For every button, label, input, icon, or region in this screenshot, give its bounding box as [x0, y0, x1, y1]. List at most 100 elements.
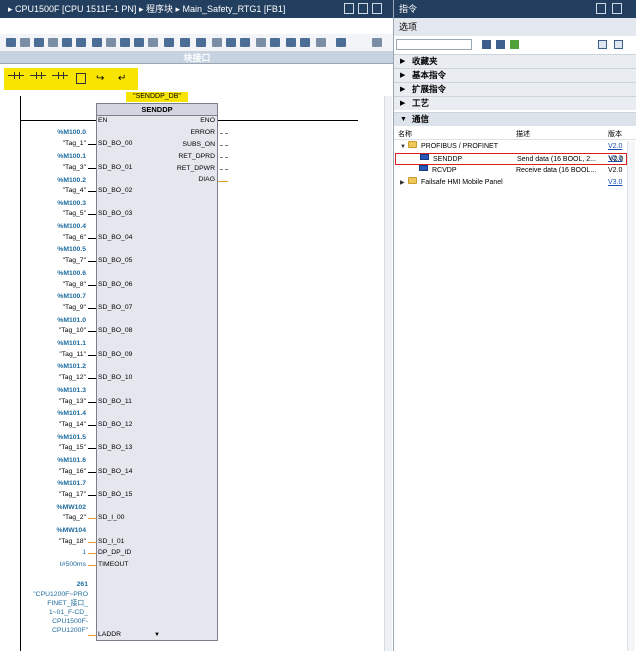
breadcrumb-cpu[interactable]: CPU1500F [CPU 1511F-1 PN]	[15, 4, 136, 14]
toolbar-icon[interactable]	[34, 38, 44, 47]
input-address[interactable]: %M100.4	[14, 223, 86, 231]
editor-scrollbar[interactable]	[384, 96, 392, 651]
input-tag[interactable]: "Tag_11"	[14, 351, 86, 359]
toolbar-icon[interactable]	[256, 38, 266, 47]
input-address[interactable]: %M100.3	[14, 200, 86, 208]
input-address[interactable]: %M100.7	[14, 293, 86, 301]
section-technology[interactable]: ▶ 工艺	[394, 96, 636, 110]
input-address[interactable]: %MW104	[14, 527, 86, 535]
tree-row-failsafe-hmi[interactable]: ▶ Failsafe HMI Mobile Panel V3.0	[394, 177, 636, 189]
instructions-scrollbar[interactable]	[627, 141, 635, 651]
breadcrumb-block[interactable]: Main_Safety_RTG1 [FB1]	[183, 4, 286, 14]
input-tag[interactable]: "Tag_14"	[14, 421, 86, 429]
input-tag[interactable]: "Tag_16"	[14, 468, 86, 476]
list-view-icon[interactable]	[598, 40, 607, 49]
detail-view-icon[interactable]	[614, 40, 623, 49]
open-branch-icon[interactable]: ↪	[96, 73, 104, 84]
input-address[interactable]: %M100.2	[14, 177, 86, 185]
section-extended-instructions[interactable]: ▶ 扩展指令	[394, 82, 636, 96]
column-version[interactable]: 版本	[608, 129, 622, 140]
input-tag[interactable]: "Tag_15"	[14, 444, 86, 452]
toolbar-icon[interactable]	[76, 38, 86, 47]
input-address[interactable]: %M101.4	[14, 410, 86, 418]
toolbar-icon[interactable]	[134, 38, 144, 47]
input-tag[interactable]: "Tag_3"	[14, 164, 86, 172]
input-tag[interactable]: "Tag_6"	[14, 234, 86, 242]
column-name[interactable]: 名称	[398, 129, 412, 140]
tree-row-senddp[interactable]: SENDDP Send data (16 BOOL, 2... V2.0	[395, 153, 627, 165]
find-icon[interactable]	[482, 40, 491, 49]
input-tag[interactable]: "Tag_18"	[14, 538, 86, 546]
laddr-number[interactable]: 261	[14, 581, 88, 588]
minimize-icon[interactable]	[344, 3, 354, 14]
no-contact-icon[interactable]	[8, 72, 24, 83]
restore-icon[interactable]	[358, 3, 368, 14]
toolbar-icon[interactable]	[120, 38, 130, 47]
version-link[interactable]: V3.0	[608, 177, 622, 189]
input-address[interactable]: %M100.1	[14, 153, 86, 161]
input-tag[interactable]: "Tag_1"	[14, 140, 86, 148]
input-address[interactable]: %M100.5	[14, 246, 86, 254]
pin-icon[interactable]	[612, 3, 622, 14]
section-basic-instructions[interactable]: ▶ 基本指令	[394, 68, 636, 82]
toolbar-icon[interactable]	[6, 38, 16, 47]
toolbar-icon[interactable]	[180, 38, 190, 47]
restore-icon[interactable]	[596, 3, 606, 14]
breadcrumb-program-blocks[interactable]: 程序块	[146, 4, 173, 14]
toolbar-icon[interactable]	[20, 38, 30, 47]
output-wire[interactable]	[218, 181, 228, 182]
section-favorites[interactable]: ▶ 收藏夹	[394, 54, 636, 68]
expand-chevron-icon[interactable]: ▼	[154, 632, 160, 638]
input-tag[interactable]: "Tag_4"	[14, 187, 86, 195]
expand-arrow-icon[interactable]: ▶	[400, 177, 405, 189]
empty-box-icon[interactable]	[76, 73, 86, 84]
input-address[interactable]: %M101.6	[14, 457, 86, 465]
input-tag[interactable]: "Tag_12"	[14, 374, 86, 382]
input-tag[interactable]: "Tag_5"	[14, 210, 86, 218]
toolbar-icon[interactable]	[62, 38, 72, 47]
toolbar-icon[interactable]	[212, 38, 222, 47]
toolbar-icon[interactable]	[240, 38, 250, 47]
tree-row-rcvdp[interactable]: RCVDP Receive data (16 BOOL... V2.0	[394, 165, 636, 177]
input-tag[interactable]: "Tag_10"	[14, 327, 86, 335]
input-tag[interactable]: "Tag_7"	[14, 257, 86, 265]
collapse-arrow-icon[interactable]: ▼	[400, 141, 406, 153]
input-address[interactable]: %M100.6	[14, 270, 86, 278]
toolbar-icon[interactable]	[270, 38, 280, 47]
toolbar-icon[interactable]	[372, 38, 382, 47]
input-address[interactable]: %M101.0	[14, 317, 86, 325]
toolbar-icon[interactable]	[164, 38, 174, 47]
input-tag[interactable]: "Tag_9"	[14, 304, 86, 312]
dp-dp-id-value[interactable]: 1	[14, 549, 86, 557]
input-address[interactable]: %MW102	[14, 504, 86, 512]
find-next-icon[interactable]	[496, 40, 505, 49]
block-interface-splitter[interactable]: 块接口	[0, 52, 393, 64]
laddr-symbol[interactable]: "CPU1200F~PRO FINET_接口_ 1~01_F-CD_ CPU15…	[14, 590, 88, 635]
instance-db-name[interactable]: "SENDDP_DB"	[126, 92, 188, 102]
toolbar-icon[interactable]	[316, 38, 326, 47]
toolbar-icon[interactable]	[92, 38, 102, 47]
toolbar-icon[interactable]	[226, 38, 236, 47]
instruction-search-input[interactable]	[396, 39, 472, 50]
input-address[interactable]: %M101.5	[14, 434, 86, 442]
coil-icon[interactable]	[52, 72, 68, 83]
tree-row-profibus-profinet[interactable]: ▼ PROFIBUS / PROFINET	[394, 141, 636, 153]
close-icon[interactable]	[372, 3, 382, 14]
input-address[interactable]: %M101.2	[14, 363, 86, 371]
toolbar-icon[interactable]	[300, 38, 310, 47]
input-address[interactable]: %M101.3	[14, 387, 86, 395]
input-tag[interactable]: "Tag_2"	[14, 514, 86, 522]
toolbar-icon[interactable]	[148, 38, 158, 47]
settings-icon[interactable]	[510, 40, 519, 49]
toolbar-icon[interactable]	[286, 38, 296, 47]
column-description[interactable]: 描述	[516, 129, 530, 140]
close-branch-icon[interactable]: ↵	[118, 73, 126, 84]
output-wire[interactable]	[220, 145, 228, 146]
output-wire[interactable]	[220, 169, 228, 170]
timeout-value[interactable]: t#500ms	[14, 561, 86, 569]
input-tag[interactable]: "Tag_8"	[14, 281, 86, 289]
input-tag[interactable]: "Tag_17"	[14, 491, 86, 499]
input-address[interactable]: %M101.7	[14, 480, 86, 488]
toolbar-icon[interactable]	[196, 38, 206, 47]
toolbar-icon[interactable]	[48, 38, 58, 47]
